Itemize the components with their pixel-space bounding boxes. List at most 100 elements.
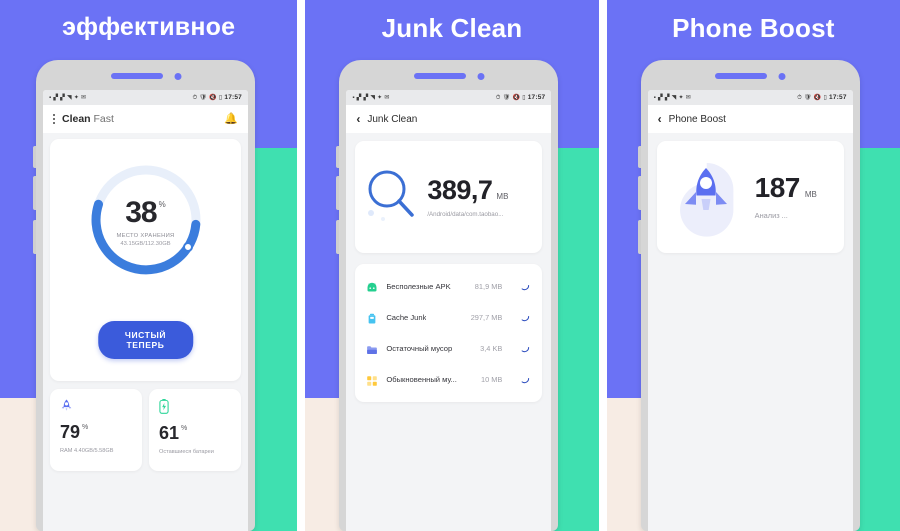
phone-top-bezel xyxy=(641,60,860,90)
phone-frame: ▪ ▞ ▞ ◥ ✦ ✉ ⏱ 🛡 🔇 ▯ 17:57 xyxy=(336,60,559,531)
volume-down-button[interactable] xyxy=(33,176,36,210)
back-chevron-icon[interactable]: ‹ xyxy=(658,113,662,125)
bell-icon[interactable]: 🔔 xyxy=(224,113,238,125)
battery-icon: ▯ xyxy=(218,94,223,101)
battery-icon-svg xyxy=(159,399,169,414)
boost-unit: MB xyxy=(804,190,817,199)
loading-spinner-icon xyxy=(519,278,530,296)
app-brand: Clean Fast xyxy=(62,113,114,125)
signal-bar-icon-2: ▞ xyxy=(60,94,65,101)
sim-icon: ▪ xyxy=(49,94,52,101)
battery-stat-card[interactable]: 61 % Оставшиеся батареи xyxy=(149,389,241,471)
trash-bin-icon xyxy=(366,312,378,324)
ram-value-row: 79 % xyxy=(60,423,132,441)
loading-spinner-icon xyxy=(519,371,530,389)
junk-item-size: 3,4 KB xyxy=(480,344,503,353)
shield-icon: 🛡 xyxy=(199,94,208,101)
phone-top-bezel xyxy=(36,60,255,90)
alarm-icon: ⏱ xyxy=(192,94,198,101)
volume-up-button[interactable] xyxy=(637,146,641,168)
loading-spinner-icon-svg xyxy=(521,315,530,321)
boost-status: Анализ ... xyxy=(754,211,788,220)
screenshot-board: эффективное ▪ ▞ ▞ ◥ ✦ ✉ ⏱ 🛡 🔇 ▯ 17:57 Cl… xyxy=(0,0,900,531)
signal-bar-icon-2: ▞ xyxy=(664,94,670,101)
list-item[interactable]: Бесполезные APK 81,9 MB xyxy=(355,271,542,302)
panel-gap-2 xyxy=(598,0,607,531)
volume-down-button[interactable] xyxy=(637,176,641,210)
status-bar-right-icons: ⏱ 🛡 🔇 ▯ 17:57 xyxy=(496,94,546,101)
phone-screen: ▪ ▞ ▞ ◥ ✦ ✉ ⏱ 🛡 🔇 ▯ 17:57 xyxy=(43,90,248,531)
battery-detail: Оставшиеся батареи xyxy=(159,449,214,455)
mail-icon: ✉ xyxy=(81,94,87,101)
power-button[interactable] xyxy=(336,220,340,254)
clean-now-button[interactable]: ЧИСТЫЙ ТЕПЕРЬ xyxy=(97,321,194,359)
battery-value: 61 xyxy=(159,423,180,443)
scan-size-unit: MB xyxy=(496,191,509,201)
junk-list-card: Бесполезные APK 81,9 MB Cache Junk 297,7… xyxy=(355,264,543,402)
junk-item-label: Остаточный мусор xyxy=(386,344,453,353)
back-chevron-icon[interactable]: ‹ xyxy=(356,113,360,125)
app-bar: ‹ Junk Clean xyxy=(346,105,552,133)
loading-spinner-icon-svg xyxy=(521,284,530,290)
trash-bin-icon-svg xyxy=(368,313,376,323)
front-camera xyxy=(174,73,181,80)
mute-icon: 🔇 xyxy=(209,94,217,101)
panel-headline: эффективное xyxy=(62,13,236,41)
battery-icon: ▯ xyxy=(522,94,526,101)
power-button[interactable] xyxy=(637,220,641,254)
loading-spinner-icon xyxy=(519,340,530,358)
ram-detail: RAM 4.40GB/5.58GB xyxy=(60,448,114,454)
status-bar-right-icons: ⏱ 🛡 🔇 ▯ 17:57 xyxy=(797,94,847,101)
list-item[interactable]: Обыкновенный му... 10 MB xyxy=(355,364,542,395)
boost-value: 187 xyxy=(754,172,801,203)
list-item[interactable]: Остаточный мусор 3,4 KB xyxy=(355,333,542,364)
magnifier-icon xyxy=(365,167,417,228)
battery-icon: ▯ xyxy=(823,94,828,101)
mute-icon: 🔇 xyxy=(512,94,521,101)
junk-item-label: Обыкновенный му... xyxy=(386,375,457,384)
status-bar-right-icons: ⏱ 🛡 🔇 ▯ 17:57 xyxy=(192,94,242,101)
kebab-menu-icon[interactable] xyxy=(53,114,55,124)
ram-stat-card[interactable]: 79 % RAM 4.40GB/5.58GB xyxy=(50,389,142,471)
status-bar-time: 17:57 xyxy=(527,94,546,101)
status-bar: ▪ ▞ ▞ ◥ ✦ ✉ ⏱ 🛡 🔇 ▯ 17:57 xyxy=(647,90,853,105)
alarm-icon: ⏱ xyxy=(797,94,803,101)
loading-spinner-icon xyxy=(519,309,530,327)
mail-icon: ✉ xyxy=(384,94,390,101)
alarm-icon: ⏱ xyxy=(495,94,501,101)
speaker-grille xyxy=(110,73,163,79)
front-camera xyxy=(477,73,485,80)
sim-icon: ▪ xyxy=(653,94,656,101)
rocket-icon xyxy=(60,399,132,415)
list-item[interactable]: Cache Junk 297,7 MB xyxy=(355,302,542,333)
status-bar-left-icons: ▪ ▞ ▞ ◥ ✦ ✉ xyxy=(654,95,691,101)
status-bar-time: 17:57 xyxy=(829,94,847,101)
bluetooth-icon: ✦ xyxy=(73,94,80,101)
wifi-icon: ◥ xyxy=(370,94,376,101)
brand-light: Fast xyxy=(93,113,114,125)
magnifier-icon-svg xyxy=(368,170,415,221)
junk-item-label: Бесполезные APK xyxy=(386,282,451,291)
junk-item-size: 297,7 MB xyxy=(470,313,503,322)
grid-squares-icon-svg xyxy=(367,375,378,386)
android-robot-icon-svg xyxy=(367,282,377,291)
junk-item-size: 81,9 MB xyxy=(474,282,503,291)
signal-bar-icon: ▞ xyxy=(356,94,362,101)
android-robot-icon xyxy=(366,281,378,293)
volume-up-button[interactable] xyxy=(336,146,340,168)
panel-headline: Junk Clean xyxy=(381,13,523,43)
battery-symbol: % xyxy=(181,425,188,432)
volume-up-button[interactable] xyxy=(33,146,36,168)
ram-symbol: % xyxy=(82,424,89,431)
storage-percent-symbol: % xyxy=(158,199,166,209)
storage-percent-row: 38 % xyxy=(125,197,166,228)
boost-value-row: 187 MB xyxy=(755,174,817,202)
scan-size-row: 389,7 MB xyxy=(427,176,509,204)
power-button[interactable] xyxy=(33,220,36,254)
volume-down-button[interactable] xyxy=(336,176,340,210)
scan-current-path: /Android/data/com.taobao... xyxy=(427,210,504,218)
status-bar: ▪ ▞ ▞ ◥ ✦ ✉ ⏱ 🛡 🔇 ▯ 17:57 xyxy=(346,90,552,105)
phone-top-bezel xyxy=(339,60,558,90)
panel-effective: эффективное ▪ ▞ ▞ ◥ ✦ ✉ ⏱ 🛡 🔇 ▯ 17:57 Cl… xyxy=(0,0,298,531)
battery-value-row: 61 % xyxy=(159,424,231,442)
